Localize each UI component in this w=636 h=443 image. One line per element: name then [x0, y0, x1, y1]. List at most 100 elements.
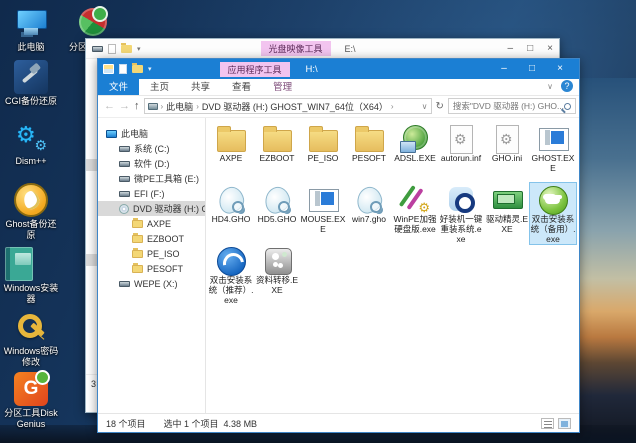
sidebar-item-系统-(C:)[interactable]: 系统 (C:) — [98, 141, 205, 156]
file-item-label: 驱动精灵.EXE — [485, 215, 530, 235]
tab-管理[interactable]: 管理 — [262, 79, 303, 95]
file-item-资料转移.EXE[interactable]: 资料转移.EXE — [254, 244, 300, 305]
sidebar-item-WEPE-(X:)[interactable]: WEPE (X:) — [98, 276, 205, 291]
sidebar-item-此电脑[interactable]: 此电脑 — [98, 126, 205, 141]
desktop-icon-windows-installer[interactable]: Windows安装器 — [2, 247, 60, 305]
list-view-button[interactable] — [541, 418, 554, 429]
search-box[interactable] — [448, 98, 576, 114]
sidebar-item-EZBOOT[interactable]: EZBOOT — [98, 231, 205, 246]
sidebar-item-微PE工具箱-(E:)[interactable]: 微PE工具箱 (E:) — [98, 171, 205, 186]
maximize-button[interactable]: □ — [518, 59, 546, 79]
folder-icon[interactable] — [121, 45, 132, 53]
file-item-GHOST.EXE[interactable]: GHOST.EXE — [530, 122, 576, 183]
breadcrumb-item[interactable]: 此电脑 — [166, 100, 193, 113]
dvd-icon — [119, 204, 129, 214]
tools-icon — [399, 185, 431, 215]
file-item-HD5.GHO[interactable]: HD5.GHO — [254, 183, 300, 244]
help-icon[interactable] — [561, 80, 573, 92]
search-input[interactable] — [453, 101, 564, 111]
file-item-WinPE加强硬盘版.exe[interactable]: WinPE加强硬盘版.exe — [392, 183, 438, 244]
sidebar-item-EFI-(F:)[interactable]: EFI (F:) — [98, 186, 205, 201]
file-item-MOUSE.EXE[interactable]: MOUSE.EXE — [300, 183, 346, 244]
desktop-icon-dism[interactable]: Dism++ — [2, 120, 60, 167]
tab-文件[interactable]: 文件 — [98, 79, 139, 95]
desktop-icon-windows-password[interactable]: Windows密码修改 — [2, 310, 60, 368]
ribbon-collapse-icon[interactable]: ∨ — [547, 82, 553, 91]
breadcrumb-separator-icon[interactable]: › — [161, 102, 164, 111]
sidebar-item-PE_ISO[interactable]: PE_ISO — [98, 246, 205, 261]
drive-icon — [119, 146, 130, 152]
file-item-label: 双击安装系统（推荐）.exe — [209, 276, 254, 305]
eye-icon — [445, 185, 477, 215]
file-item-label: HD5.GHO — [258, 215, 297, 225]
file-item-好装机一键重装系统.exe[interactable]: 好装机一键重装系统.exe — [438, 183, 484, 244]
status-bar: 18 个项目 选中 1 个项目 4.38 MB — [98, 413, 579, 432]
ghost-icon — [353, 185, 385, 215]
desktop-icon-cgi-backup[interactable]: CGI备份还原 — [2, 60, 60, 107]
file-item-ADSL.EXE[interactable]: ADSL.EXE — [392, 122, 438, 183]
file-item-GHO.ini[interactable]: GHO.ini — [484, 122, 530, 183]
back-button[interactable]: ← — [104, 100, 115, 112]
new-file-icon[interactable] — [119, 64, 127, 74]
thumbnail-view-button[interactable] — [558, 418, 571, 429]
ribbon-tabs: 文件主页共享查看管理 ∨ — [98, 79, 579, 96]
desktop: 此电脑分区助手(无损)CGI备份还原Dism++Ghost备份还原Windows… — [0, 0, 636, 443]
folder-icon[interactable] — [132, 65, 143, 73]
bg-maximize-button[interactable]: □ — [527, 43, 533, 54]
file-item-PE_ISO[interactable]: PE_ISO — [300, 122, 346, 183]
desktop-icon-this-pc[interactable]: 此电脑 — [2, 6, 60, 53]
file-item-双击安装系统（推荐）.exe[interactable]: 双击安装系统（推荐）.exe — [208, 244, 254, 305]
desktop-icon-label: Windows密码修改 — [2, 346, 60, 368]
bg-close-button[interactable]: × — [547, 43, 553, 54]
file-item-双击安装系统（备用）.exe[interactable]: 双击安装系统（备用）.exe — [530, 183, 576, 244]
file-item-EZBOOT[interactable]: EZBOOT — [254, 122, 300, 183]
refresh-button[interactable]: ↻ — [436, 101, 444, 112]
tab-共享[interactable]: 共享 — [180, 79, 221, 95]
cloud-green-icon — [537, 185, 569, 215]
file-item-label: 双击安装系统（备用）.exe — [531, 215, 576, 244]
diskgenius-icon — [14, 372, 48, 406]
person-icon — [261, 246, 293, 276]
sidebar-item-DVD-驱动器-(H:)-G[interactable]: DVD 驱动器 (H:) G — [98, 201, 205, 216]
tab-查看[interactable]: 查看 — [221, 79, 262, 95]
tab-主页[interactable]: 主页 — [139, 79, 180, 95]
address-dropdown-icon[interactable]: ∨ — [422, 102, 428, 111]
file-item-驱动精灵.EXE[interactable]: 驱动精灵.EXE — [484, 183, 530, 244]
sidebar-item-软件-(D:)[interactable]: 软件 (D:) — [98, 156, 205, 171]
chevron-down-icon[interactable]: ▾ — [148, 65, 152, 73]
desktop-icon-diskgenius[interactable]: 分区工具DiskGenius — [2, 372, 60, 430]
item-count: 18 个项目 — [106, 417, 146, 430]
bg-minimize-button[interactable]: – — [508, 43, 514, 54]
file-item-autorun.inf[interactable]: autorun.inf — [438, 122, 484, 183]
file-item-AXPE[interactable]: AXPE — [208, 122, 254, 183]
minimize-button[interactable]: – — [490, 59, 518, 79]
drive-icon — [119, 191, 130, 197]
up-button[interactable]: ↑ — [134, 100, 140, 112]
folder-icon — [215, 124, 247, 154]
close-button[interactable]: × — [546, 59, 574, 79]
breadcrumb: ›此电脑›DVD 驱动器 (H:) GHOST_WIN7_64位（X64）› — [161, 100, 394, 113]
breadcrumb-separator-icon[interactable]: › — [391, 102, 394, 111]
quick-access-toolbar[interactable]: ▾ — [103, 64, 152, 74]
bg-contextual-tool-label: 光盘映像工具 — [261, 41, 331, 56]
folder-icon — [132, 250, 143, 258]
ghost-icon — [215, 185, 247, 215]
file-item-PESOFT[interactable]: PESOFT — [346, 122, 392, 183]
sidebar-item-AXPE[interactable]: AXPE — [98, 216, 205, 231]
new-file-icon[interactable] — [108, 44, 116, 54]
breadcrumb-item[interactable]: DVD 驱动器 (H:) GHOST_WIN7_64位（X64） — [202, 100, 388, 113]
bg-window-titlebar[interactable]: ▾ 光盘映像工具 E:\ – □ × — [86, 39, 559, 59]
ghost-backup-icon — [14, 183, 48, 217]
breadcrumb-separator-icon[interactable]: › — [196, 102, 199, 111]
file-item-label: EZBOOT — [260, 154, 295, 164]
forward-button[interactable]: → — [119, 100, 130, 112]
sidebar-item-PESOFT[interactable]: PESOFT — [98, 261, 205, 276]
titlebar[interactable]: ▾ 应用程序工具 H:\ – □ × — [98, 59, 579, 79]
chevron-down-icon[interactable]: ▾ — [137, 45, 141, 53]
bg-quick-access-toolbar[interactable]: ▾ — [92, 44, 141, 54]
app-window-icon — [537, 124, 569, 154]
address-box[interactable]: ›此电脑›DVD 驱动器 (H:) GHOST_WIN7_64位（X64）› ∨ — [144, 98, 432, 114]
desktop-icon-ghost-backup[interactable]: Ghost备份还原 — [2, 183, 60, 241]
file-item-win7.gho[interactable]: win7.gho — [346, 183, 392, 244]
file-item-HD4.GHO[interactable]: HD4.GHO — [208, 183, 254, 244]
